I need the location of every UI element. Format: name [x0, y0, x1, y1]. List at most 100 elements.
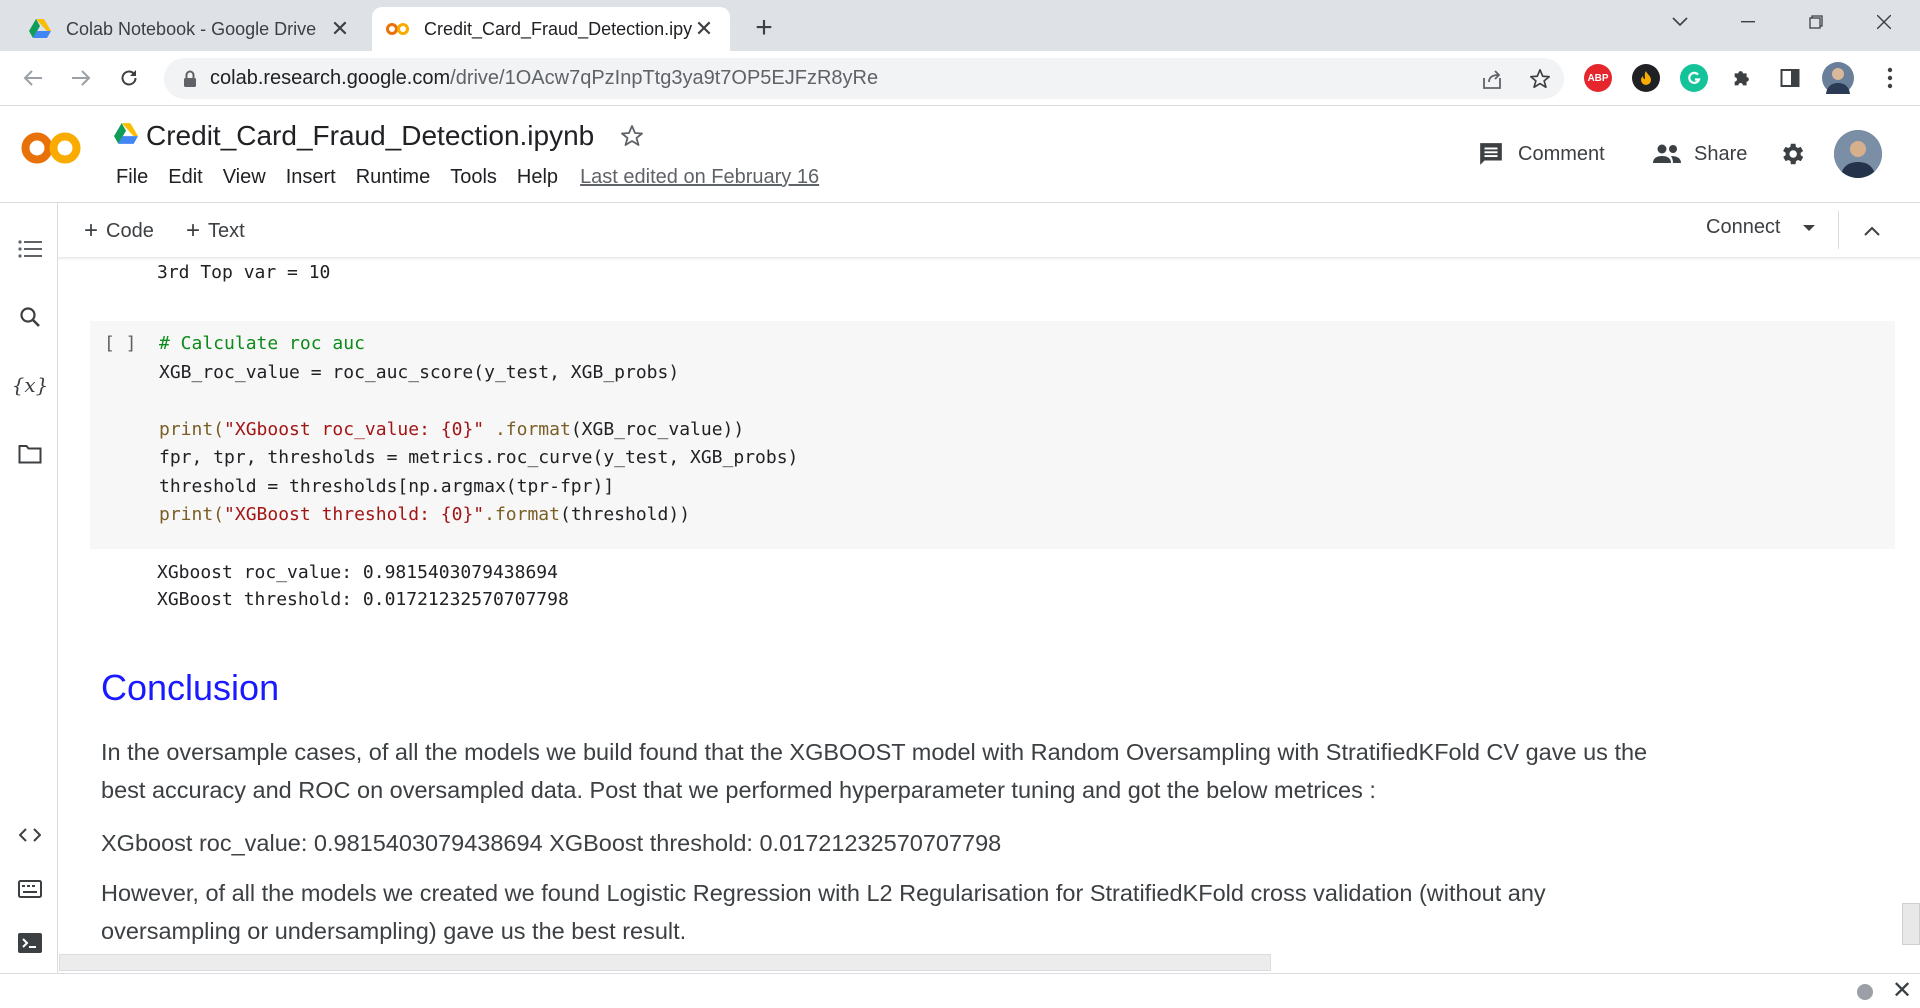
- toolbar-divider: [1838, 211, 1839, 249]
- code-string: "XGBoost threshold: {0}": [224, 504, 485, 525]
- menu-view[interactable]: View: [213, 166, 276, 189]
- terminal-icon[interactable]: [16, 929, 44, 957]
- tab-colab-notebook-drive[interactable]: Colab Notebook - Google Drive ✕: [14, 7, 366, 51]
- menu-tools[interactable]: Tools: [440, 166, 507, 189]
- code-format: .format: [484, 504, 560, 525]
- reload-icon[interactable]: [112, 61, 146, 95]
- conclusion-paragraph: In the oversample cases, of all the mode…: [101, 739, 1648, 803]
- url-host: colab.research.google.com: [210, 67, 451, 89]
- horizontal-scrollbar[interactable]: [59, 954, 1271, 971]
- code-snippets-icon[interactable]: [16, 821, 44, 849]
- cell-output: XGboost roc_value: 0.9815403079438694 XG…: [157, 559, 569, 613]
- forward-arrow-icon[interactable]: [64, 61, 98, 95]
- colab-header: Credit_Card_Fraud_Detection.ipynb File E…: [0, 106, 1920, 203]
- connect-label: Connect: [1706, 216, 1781, 238]
- conclusion-paragraph: However, of all the models we created we…: [101, 880, 1546, 944]
- extension-flame-icon[interactable]: [1632, 64, 1660, 92]
- close-tab-icon[interactable]: ✕: [692, 16, 716, 41]
- tab-title: Credit_Card_Fraud_Detection.ipynb: [424, 18, 692, 39]
- grammarly-icon[interactable]: [1680, 64, 1708, 92]
- url-path: /drive/1OAcw7qPzInpTtg3ya9t7OP5EJFzR8yRe: [450, 67, 879, 89]
- browser-menu-icon[interactable]: [1876, 64, 1904, 92]
- google-drive-icon: [114, 122, 138, 150]
- files-folder-icon[interactable]: [16, 440, 44, 468]
- menu-help[interactable]: Help: [507, 166, 568, 189]
- puzzle-icon[interactable]: [1728, 64, 1756, 92]
- vertical-scrollbar-thumb[interactable]: [1902, 903, 1920, 945]
- add-text-button[interactable]: + Text: [186, 217, 245, 245]
- notebook-title-row: Credit_Card_Fraud_Detection.ipynb: [114, 120, 646, 152]
- notebook-toolbar: + Code + Text Connect: [0, 203, 1920, 258]
- url-text: colab.research.google.com/drive/1OAcw7qP…: [210, 67, 878, 90]
- settings-gear-icon[interactable]: [1778, 136, 1806, 172]
- dropdown-caret-icon[interactable]: [1802, 224, 1815, 231]
- code-cell[interactable]: [ ] # Calculate roc auc XGB_roc_value = …: [90, 321, 1895, 549]
- notebook-title[interactable]: Credit_Card_Fraud_Detection.ipynb: [146, 120, 594, 152]
- close-tab-icon[interactable]: ✕: [328, 16, 352, 41]
- table-of-contents-icon[interactable]: [16, 235, 44, 263]
- add-code-label: Code: [106, 219, 154, 242]
- close-window-icon[interactable]: [1864, 8, 1904, 36]
- tab-credit-card-fraud[interactable]: Credit_Card_Fraud_Detection.ipynb ✕: [372, 7, 730, 51]
- menu-insert[interactable]: Insert: [276, 166, 346, 189]
- back-arrow-icon[interactable]: [16, 61, 50, 95]
- code-print: print(: [159, 418, 225, 440]
- command-palette-icon[interactable]: [16, 875, 44, 903]
- menu-file[interactable]: File: [106, 166, 158, 189]
- side-panel-icon[interactable]: [1776, 64, 1804, 92]
- status-indicator-icon[interactable]: [1857, 984, 1873, 1000]
- output-line: XGBoost threshold: 0.01721232570707798: [157, 589, 569, 610]
- minimize-icon[interactable]: [1728, 8, 1768, 36]
- variables-icon[interactable]: {x}: [12, 371, 49, 399]
- user-avatar[interactable]: [1834, 130, 1882, 178]
- plus-icon: +: [186, 217, 201, 244]
- run-cell-button[interactable]: [ ]: [104, 333, 137, 354]
- code-line: XGB_roc_value = roc_auc_score(y_test, XG…: [159, 361, 680, 383]
- code-print: print(: [159, 504, 225, 525]
- code-editor[interactable]: # Calculate roc auc XGB_roc_value = roc_…: [159, 330, 798, 530]
- share-label: Share: [1694, 142, 1748, 165]
- status-bar: ✕: [0, 973, 1920, 1008]
- share-button[interactable]: Share: [1652, 136, 1747, 172]
- lock-icon: [180, 69, 200, 89]
- close-icon[interactable]: ✕: [1890, 977, 1914, 1004]
- last-edited-link[interactable]: Last edited on February 16: [580, 166, 819, 189]
- collapse-header-icon[interactable]: [1858, 217, 1886, 245]
- code-line: threshold = thresholds[np.argmax(tpr-fpr…: [159, 475, 615, 497]
- comment-icon: [1476, 139, 1506, 169]
- restore-icon[interactable]: [1796, 8, 1836, 36]
- menu-edit[interactable]: Edit: [158, 166, 212, 189]
- menu-runtime[interactable]: Runtime: [346, 166, 440, 189]
- add-code-button[interactable]: + Code: [84, 217, 154, 245]
- add-text-label: Text: [208, 219, 245, 242]
- previous-cell-output: 3rd Top var = 10: [157, 262, 331, 283]
- star-notebook-icon[interactable]: [618, 122, 646, 150]
- left-sidebar: {x}: [0, 203, 58, 973]
- conclusion-heading: Conclusion: [101, 667, 280, 708]
- tab-search-chevron-icon[interactable]: [1660, 8, 1700, 36]
- colab-logo[interactable]: [20, 126, 84, 170]
- tab-title: Colab Notebook - Google Drive: [66, 18, 317, 39]
- new-tab-button[interactable]: +: [748, 11, 780, 44]
- code-comment: # Calculate roc auc: [159, 333, 365, 354]
- browser-profile-avatar[interactable]: [1822, 62, 1854, 94]
- output-line: XGboost roc_value: 0.9815403079438694: [157, 562, 558, 583]
- code-args: (threshold)): [559, 504, 691, 525]
- bookmark-star-icon[interactable]: [1528, 67, 1552, 91]
- address-bar[interactable]: colab.research.google.com/drive/1OAcw7qP…: [164, 58, 1564, 99]
- code-format: .format: [484, 418, 571, 440]
- connect-button[interactable]: Connect: [1706, 216, 1815, 239]
- notebook-content[interactable]: 3rd Top var = 10 [ ] # Calculate roc auc…: [59, 259, 1920, 973]
- search-icon[interactable]: [16, 303, 44, 331]
- comment-button[interactable]: Comment: [1476, 136, 1605, 172]
- colab-icon: [386, 17, 410, 41]
- code-string: "XGboost roc_value: {0}": [224, 418, 485, 440]
- google-drive-icon: [28, 17, 52, 41]
- browser-tab-strip: Colab Notebook - Google Drive ✕ Credit_C…: [0, 0, 1920, 51]
- adblock-plus-icon[interactable]: ABP: [1584, 64, 1612, 92]
- conclusion-metrics: XGboost roc_value: 0.9815403079438694 XG…: [101, 830, 1002, 856]
- menu-bar: File Edit View Insert Runtime Tools Help…: [106, 166, 819, 189]
- share-page-icon[interactable]: [1480, 67, 1504, 91]
- code-args: (XGB_roc_value)): [570, 418, 745, 440]
- comment-label: Comment: [1518, 142, 1605, 165]
